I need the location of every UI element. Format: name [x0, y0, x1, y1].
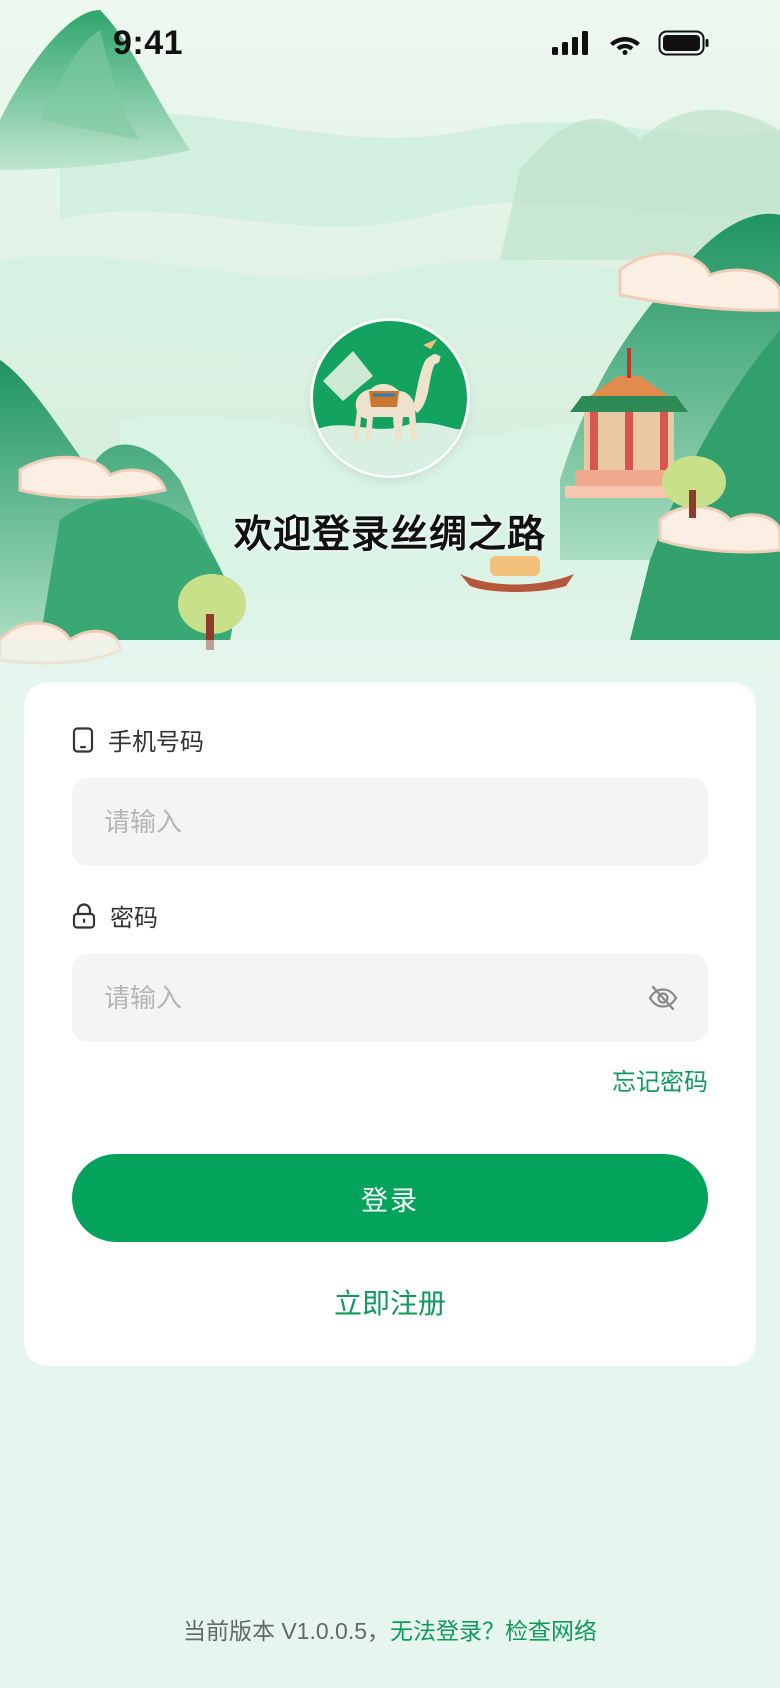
password-field-label: 密码 — [72, 898, 158, 933]
cellular-signal-icon — [552, 31, 588, 55]
check-network-link[interactable]: 无法登录？检查网络 — [390, 1618, 597, 1644]
camel-logo-icon — [310, 318, 470, 478]
wifi-icon — [610, 37, 640, 55]
phone-input[interactable] — [72, 778, 708, 866]
battery-icon — [658, 30, 709, 56]
footer: 当前版本 V1.0.0.5，无法登录？检查网络 — [0, 1612, 780, 1646]
phone-icon — [72, 726, 94, 753]
version-text: 当前版本 V1.0.0.5 — [182, 1618, 368, 1644]
login-screen: 9:41 欢迎登录丝绸之路 手机号码 请输入 密码 忘记密码 登录 立即注册 当… — [0, 0, 780, 1688]
phone-input-box — [72, 778, 708, 866]
welcome-title: 欢迎登录丝绸之路 — [233, 514, 546, 556]
password-input[interactable] — [72, 954, 708, 1042]
status-bar: 9:41 — [0, 0, 780, 92]
login-button[interactable]: 登录 — [72, 1154, 708, 1242]
login-card: 手机号码 密码 忘记密码 登录 立即注册 — [24, 682, 756, 1366]
register-link[interactable]: 立即注册 — [24, 1282, 756, 1322]
eye-off-icon[interactable] — [648, 983, 678, 1013]
lock-icon — [72, 902, 96, 929]
footer-separator: ， — [367, 1618, 391, 1644]
password-label-text: 密码 — [110, 905, 158, 932]
phone-field-label: 手机号码 — [72, 722, 204, 757]
status-time: 9:41 — [113, 24, 184, 62]
phone-label-text: 手机号码 — [108, 729, 204, 756]
forgot-password-link[interactable]: 忘记密码 — [612, 1062, 708, 1097]
password-input-box — [72, 954, 708, 1042]
status-icons — [552, 30, 710, 56]
